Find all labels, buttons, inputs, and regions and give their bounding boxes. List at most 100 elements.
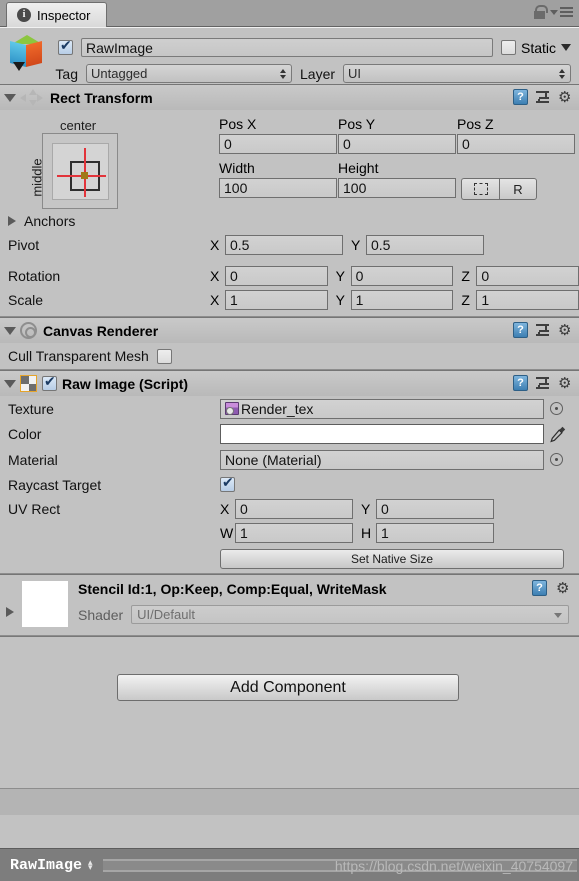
uv-x-axis-label: X: [220, 501, 230, 517]
help-icon[interactable]: ?: [513, 322, 528, 338]
rotation-y-input[interactable]: 0: [350, 266, 454, 286]
tag-value: Untagged: [91, 66, 148, 81]
blueprint-raw-buttons: R: [461, 178, 537, 200]
shader-dropdown[interactable]: UI/Default: [131, 605, 569, 624]
foldout-arrow-icon[interactable]: [4, 326, 16, 335]
help-icon[interactable]: ?: [513, 89, 528, 105]
add-component-button[interactable]: Add Component: [117, 674, 459, 701]
set-native-size-row: Set Native Size: [0, 545, 579, 573]
rect-transform-title: Rect Transform: [50, 89, 153, 106]
raycast-target-checkbox[interactable]: [220, 475, 235, 492]
component-rect-transform: Rect Transform ? ⚙ center middle Pos X 0…: [0, 84, 579, 317]
rect-transform-icon: [20, 88, 46, 107]
pivot-y-input[interactable]: 0.5: [366, 235, 484, 255]
raw-image-header[interactable]: Raw Image (Script) ? ⚙: [0, 371, 579, 396]
component-raw-image: Raw Image (Script) ? ⚙ Texture Render_te…: [0, 370, 579, 574]
inspector-body: RawImage Static Tag Untagged Layer UI: [0, 27, 579, 848]
uv-w-input[interactable]: 1: [235, 523, 353, 543]
inspector-window: i Inspector RawImage Static: [0, 0, 579, 881]
scale-x-input[interactable]: 1: [225, 290, 328, 310]
blueprint-mode-button[interactable]: [461, 178, 499, 200]
pos-y-group: Pos Y 0: [338, 112, 456, 154]
uv-rect-label: UV Rect: [8, 501, 61, 517]
scale-y-input[interactable]: 1: [350, 290, 454, 310]
raw-image-enabled-checkbox[interactable]: [42, 374, 57, 391]
shader-dropdown-caret-icon: [554, 613, 562, 618]
tab-inspector[interactable]: i Inspector: [6, 2, 108, 27]
position-row: Pos X 0 Pos Y 0 Pos Z 0: [219, 112, 579, 154]
pos-x-input[interactable]: 0: [219, 134, 337, 154]
uv-x-input[interactable]: 0: [235, 499, 353, 519]
static-dropdown-caret-icon[interactable]: [561, 44, 571, 51]
gameobject-active-checkbox[interactable]: [58, 38, 73, 55]
scale-x-axis-label: X: [210, 292, 220, 308]
raycast-target-row: Raycast Target: [0, 472, 579, 497]
foldout-arrow-icon[interactable]: [4, 93, 16, 102]
set-native-size-button[interactable]: Set Native Size: [220, 549, 564, 569]
gameobject-name-input[interactable]: RawImage: [81, 38, 493, 57]
color-swatch-field[interactable]: [220, 424, 544, 444]
pos-z-input[interactable]: 0: [457, 134, 575, 154]
texture-row: Texture Render_tex: [0, 396, 579, 421]
rotation-y-axis-label: Y: [335, 268, 346, 284]
help-icon[interactable]: ?: [532, 580, 547, 596]
rotation-z-axis-label: Z: [461, 268, 470, 284]
rotation-x-input[interactable]: 0: [225, 266, 328, 286]
foldout-arrow-icon[interactable]: [4, 379, 16, 388]
anchors-label: Anchors: [24, 213, 76, 229]
pos-y-input[interactable]: 0: [338, 134, 456, 154]
texture-object-field[interactable]: Render_tex: [220, 398, 544, 419]
lock-icon[interactable]: [534, 5, 548, 19]
rotation-z-input[interactable]: 0: [476, 266, 579, 286]
height-group: Height 100: [338, 156, 456, 198]
raw-edit-mode-button[interactable]: R: [499, 178, 537, 200]
texture-object-selector-icon[interactable]: [550, 402, 563, 415]
color-label: Color: [8, 426, 42, 442]
material-object-field[interactable]: None (Material): [220, 449, 544, 470]
tag-dropdown[interactable]: Untagged: [86, 64, 292, 83]
anchor-preset-box[interactable]: [42, 133, 118, 209]
canvas-renderer-header[interactable]: Canvas Renderer ? ⚙: [0, 318, 579, 343]
status-bar: RawImage ▴ ▾ https://blog.csdn.net/weixin…: [0, 848, 579, 881]
scale-label: Scale: [8, 292, 44, 308]
drag-handle-icon[interactable]: ▴ ▾: [88, 858, 93, 872]
gear-icon[interactable]: ⚙: [558, 323, 573, 338]
help-icon[interactable]: ?: [513, 375, 528, 391]
material-foldout-arrow-icon[interactable]: [6, 607, 14, 617]
preset-icon[interactable]: [536, 90, 550, 104]
gear-icon[interactable]: ⚙: [556, 581, 571, 596]
uv-h-input[interactable]: 1: [376, 523, 494, 543]
static-checkbox[interactable]: [500, 40, 516, 55]
cull-transparent-mesh-checkbox[interactable]: [156, 348, 172, 364]
raw-image-title: Raw Image (Script): [62, 375, 189, 392]
rect-transform-header[interactable]: Rect Transform ? ⚙: [0, 85, 579, 110]
component-canvas-renderer: Canvas Renderer ? ⚙ Cull Transparent Mes…: [0, 317, 579, 370]
add-component-area: Add Component: [0, 636, 579, 788]
width-label: Width: [219, 160, 255, 176]
layer-dropdown[interactable]: UI: [343, 64, 571, 83]
scale-z-input[interactable]: 1: [476, 290, 579, 310]
raycast-target-label: Raycast Target: [8, 476, 102, 493]
preset-icon[interactable]: [536, 376, 550, 390]
pivot-label: Pivot: [8, 237, 40, 253]
anchors-foldout[interactable]: Anchors: [0, 208, 75, 234]
height-input[interactable]: 100: [338, 178, 456, 198]
gear-icon[interactable]: ⚙: [558, 90, 573, 105]
tab-label: Inspector: [37, 7, 91, 23]
layer-label: Layer: [300, 65, 336, 82]
hamburger-menu-icon[interactable]: [550, 7, 573, 17]
uv-y-input[interactable]: 0: [376, 499, 494, 519]
material-object-selector-icon[interactable]: [550, 453, 563, 466]
gear-icon[interactable]: ⚙: [558, 376, 573, 391]
texture-label: Texture: [8, 400, 54, 417]
pivot-x-input[interactable]: 0.5: [225, 235, 343, 255]
scale-z-axis-label: Z: [461, 292, 470, 308]
preset-icon[interactable]: [536, 323, 550, 337]
pivot-y-axis-label: Y: [351, 237, 361, 253]
inspector-empty-space: [0, 788, 579, 815]
eyedropper-icon[interactable]: [549, 425, 567, 443]
anchor-horizontal-label: center: [60, 118, 97, 133]
texture-value: Render_tex: [241, 400, 314, 417]
width-input[interactable]: 100: [219, 178, 337, 198]
anchors-foldout-arrow-icon[interactable]: [8, 216, 16, 226]
